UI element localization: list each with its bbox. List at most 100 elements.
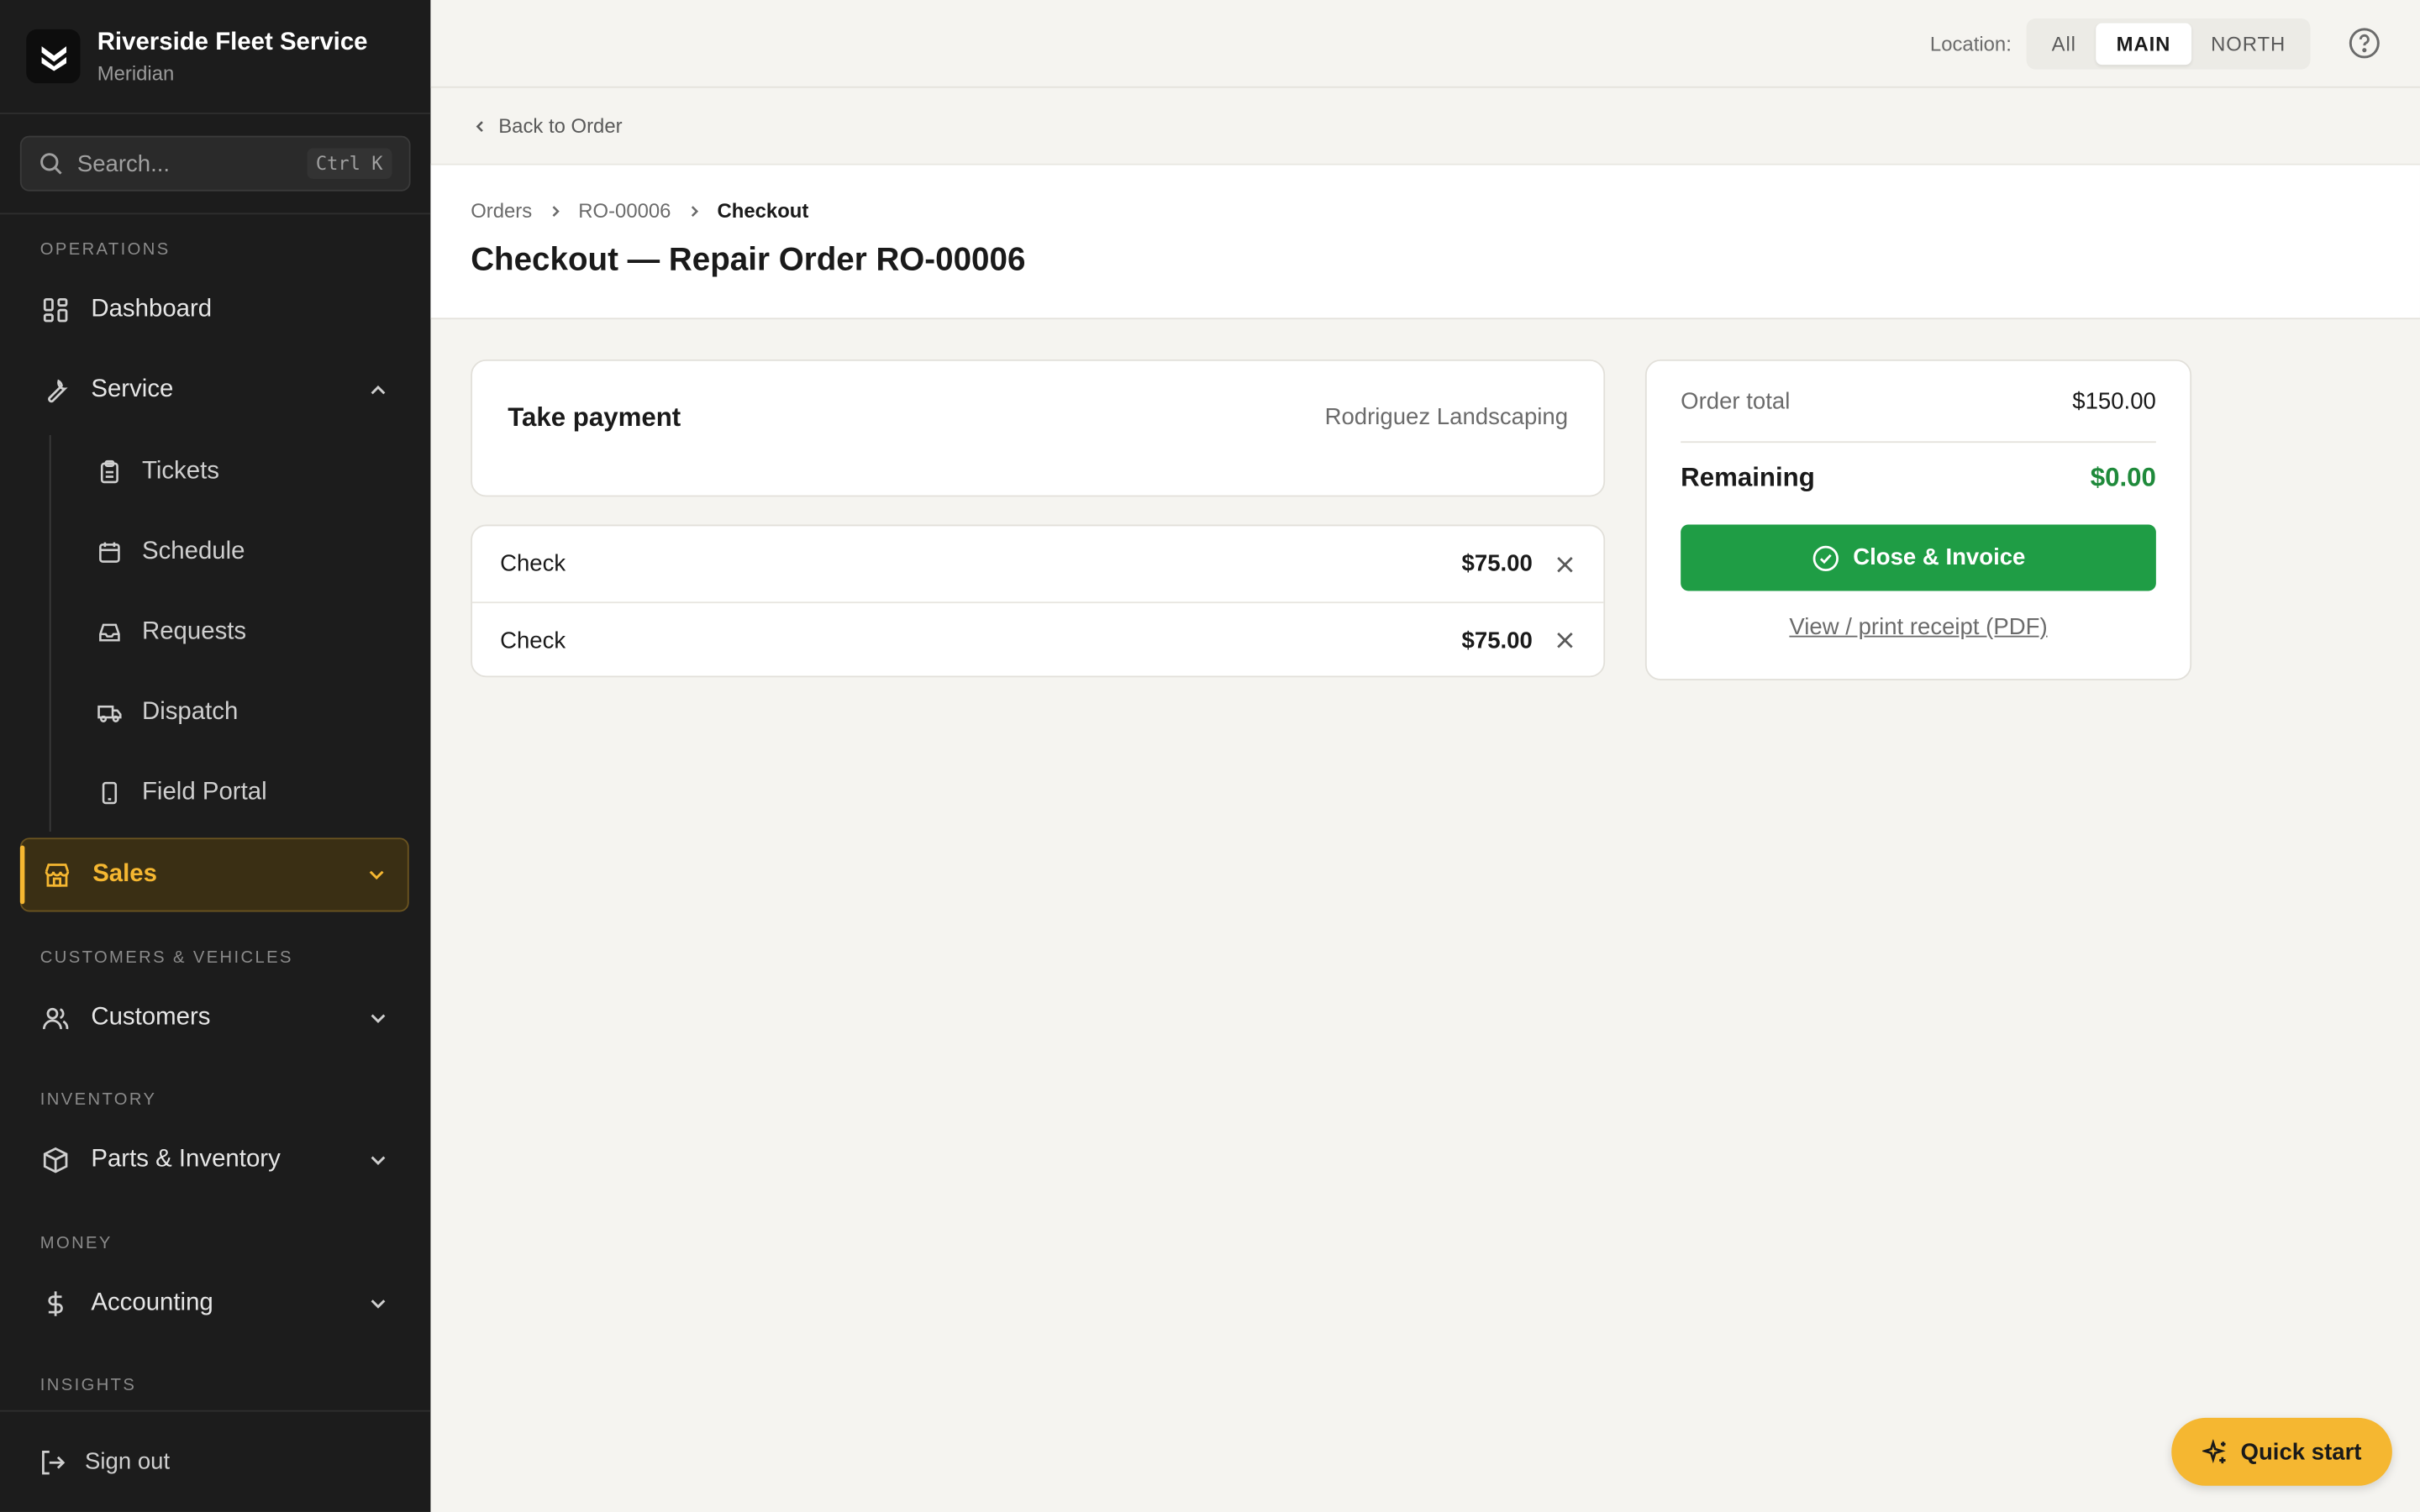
brand-logo-icon — [26, 29, 81, 84]
sidebar-item-label: Parts & Inventory — [91, 1146, 281, 1173]
dashboard-icon — [40, 295, 71, 326]
page-title: Checkout — Repair Order RO-00006 — [471, 242, 1026, 278]
location-main-button[interactable]: MAIN — [2096, 22, 2191, 65]
section-inventory: INVENTORY — [39, 1090, 157, 1110]
breadcrumb-order[interactable]: RO-00006 — [578, 199, 671, 223]
chevron-right-icon — [687, 203, 702, 218]
sidebar-item-dispatch[interactable]: Dispatch — [70, 677, 409, 748]
search-shortcut: Ctrl K — [306, 148, 392, 180]
sidebar-item-label: Schedule — [141, 538, 245, 565]
section-money: MONEY — [39, 1234, 113, 1253]
truck-icon — [96, 699, 124, 727]
check-circle-icon — [1812, 543, 1839, 571]
sidebar-item-label: Requests — [141, 618, 247, 645]
clipboard-icon — [96, 458, 124, 486]
payment-lines: Check $75.00 Check $75.00 — [471, 524, 1606, 678]
chevron-down-icon — [367, 1293, 389, 1315]
signout-label: Sign out — [85, 1448, 171, 1475]
remove-payment-icon[interactable] — [1555, 629, 1576, 651]
sidebar-item-sales[interactable]: Sales — [19, 837, 409, 912]
brand-header[interactable]: Riverside Fleet Service Meridian — [0, 0, 431, 114]
phone-icon — [96, 780, 124, 807]
users-icon — [40, 1003, 71, 1034]
sidebar-item-service[interactable]: Service — [20, 354, 409, 425]
breadcrumb: Orders RO-00006 Checkout — [471, 199, 2380, 223]
chevron-up-icon — [367, 380, 389, 402]
payment-line: Check $75.00 — [472, 526, 1603, 601]
sidebar-item-label: Dashboard — [91, 296, 213, 323]
sidebar-item-tickets[interactable]: Tickets — [70, 437, 409, 507]
location-switcher: All MAIN NORTH — [2027, 18, 2311, 69]
store-icon — [42, 859, 73, 890]
remove-payment-icon[interactable] — [1555, 553, 1576, 575]
customer-name: Rodriguez Landscaping — [1324, 404, 1569, 431]
order-total-value: $150.00 — [2072, 387, 2156, 415]
close-invoice-label: Close & Invoice — [1853, 544, 2026, 571]
search-input[interactable]: Search... Ctrl K — [19, 135, 411, 192]
payment-amount: $75.00 — [1461, 550, 1533, 577]
package-icon — [40, 1145, 71, 1176]
take-payment-card: Take payment Rodriguez Landscaping — [471, 359, 1606, 497]
sidebar-item-customers[interactable]: Customers — [20, 983, 409, 1053]
remaining-row: Remaining $0.00 — [1681, 443, 2156, 513]
wrench-icon — [40, 375, 71, 406]
sidebar-item-dashboard[interactable]: Dashboard — [20, 275, 409, 345]
submenu-guide — [49, 434, 51, 832]
sidebar-item-label: Dispatch — [141, 699, 239, 726]
brand-sub: Meridian — [97, 60, 175, 85]
order-total-label: Order total — [1681, 387, 1791, 415]
view-receipt-link[interactable]: View / print receipt (PDF) — [1681, 614, 2156, 640]
location-north-button[interactable]: NORTH — [2191, 23, 2306, 65]
location-label: Location: — [1929, 31, 2012, 55]
topbar: Location: All MAIN NORTH — [430, 0, 2420, 88]
sidebar-item-label: Sales — [92, 860, 157, 888]
sidebar-item-label: Tickets — [141, 458, 219, 485]
chevron-down-icon — [367, 1149, 389, 1171]
search-placeholder: Search... — [76, 150, 171, 177]
remaining-label: Remaining — [1681, 463, 1815, 492]
sidebar-item-label: Field Portal — [141, 779, 267, 806]
calendar-icon — [96, 538, 124, 566]
back-to-order-label: Back to Order — [498, 113, 623, 138]
chevron-left-icon — [472, 118, 487, 134]
chevron-down-icon — [366, 864, 387, 886]
brand-name: Riverside Fleet Service — [97, 28, 368, 55]
sidebar-item-label: Service — [91, 376, 174, 403]
help-icon[interactable] — [2348, 26, 2381, 60]
sidebar-item-requests[interactable]: Requests — [70, 597, 409, 668]
chevron-down-icon — [367, 1007, 389, 1029]
sidebar-item-accounting[interactable]: Accounting — [20, 1268, 409, 1339]
remaining-value: $0.00 — [2090, 463, 2156, 492]
payment-method: Check — [500, 550, 566, 577]
sidebar-item-label: Accounting — [91, 1289, 213, 1316]
take-payment-title: Take payment — [508, 402, 681, 432]
back-to-order-link[interactable]: Back to Order — [430, 88, 2420, 164]
location-all-button[interactable]: All — [2032, 23, 2096, 65]
logout-icon — [39, 1448, 66, 1476]
signout-button[interactable]: Sign out — [0, 1410, 431, 1512]
order-summary-card: Order total $150.00 Remaining $0.00 Clos… — [1644, 359, 2192, 680]
breadcrumb-current: Checkout — [717, 198, 809, 223]
sparkle-icon — [2202, 1438, 2228, 1465]
search-icon — [39, 151, 63, 176]
payment-line: Check $75.00 — [472, 601, 1604, 677]
section-insights: INSIGHTS — [39, 1376, 137, 1395]
dollar-icon — [40, 1289, 71, 1320]
sidebar-item-schedule[interactable]: Schedule — [70, 517, 409, 587]
chevron-right-icon — [548, 203, 563, 218]
sidebar-item-field-portal[interactable]: Field Portal — [70, 758, 409, 828]
sidebar-item-label: Customers — [91, 1004, 211, 1031]
section-customers-vehicles: CUSTOMERS & VEHICLES — [39, 948, 293, 968]
close-invoice-button[interactable]: Close & Invoice — [1681, 524, 2156, 591]
page-header: Orders RO-00006 Checkout Checkout — Repa… — [430, 163, 2420, 320]
payment-method: Check — [500, 627, 566, 654]
section-operations: OPERATIONS — [39, 240, 171, 260]
breadcrumb-orders[interactable]: Orders — [471, 199, 532, 223]
quick-start-label: Quick start — [2240, 1438, 2362, 1465]
order-total-row: Order total $150.00 — [1681, 361, 2156, 444]
sidebar-item-parts-inventory[interactable]: Parts & Inventory — [20, 1125, 409, 1195]
inbox-icon — [96, 619, 124, 647]
sidebar: Riverside Fleet Service Meridian Search.… — [0, 0, 431, 1512]
quick-start-button[interactable]: Quick start — [2171, 1417, 2392, 1486]
payment-amount: $75.00 — [1461, 627, 1533, 654]
